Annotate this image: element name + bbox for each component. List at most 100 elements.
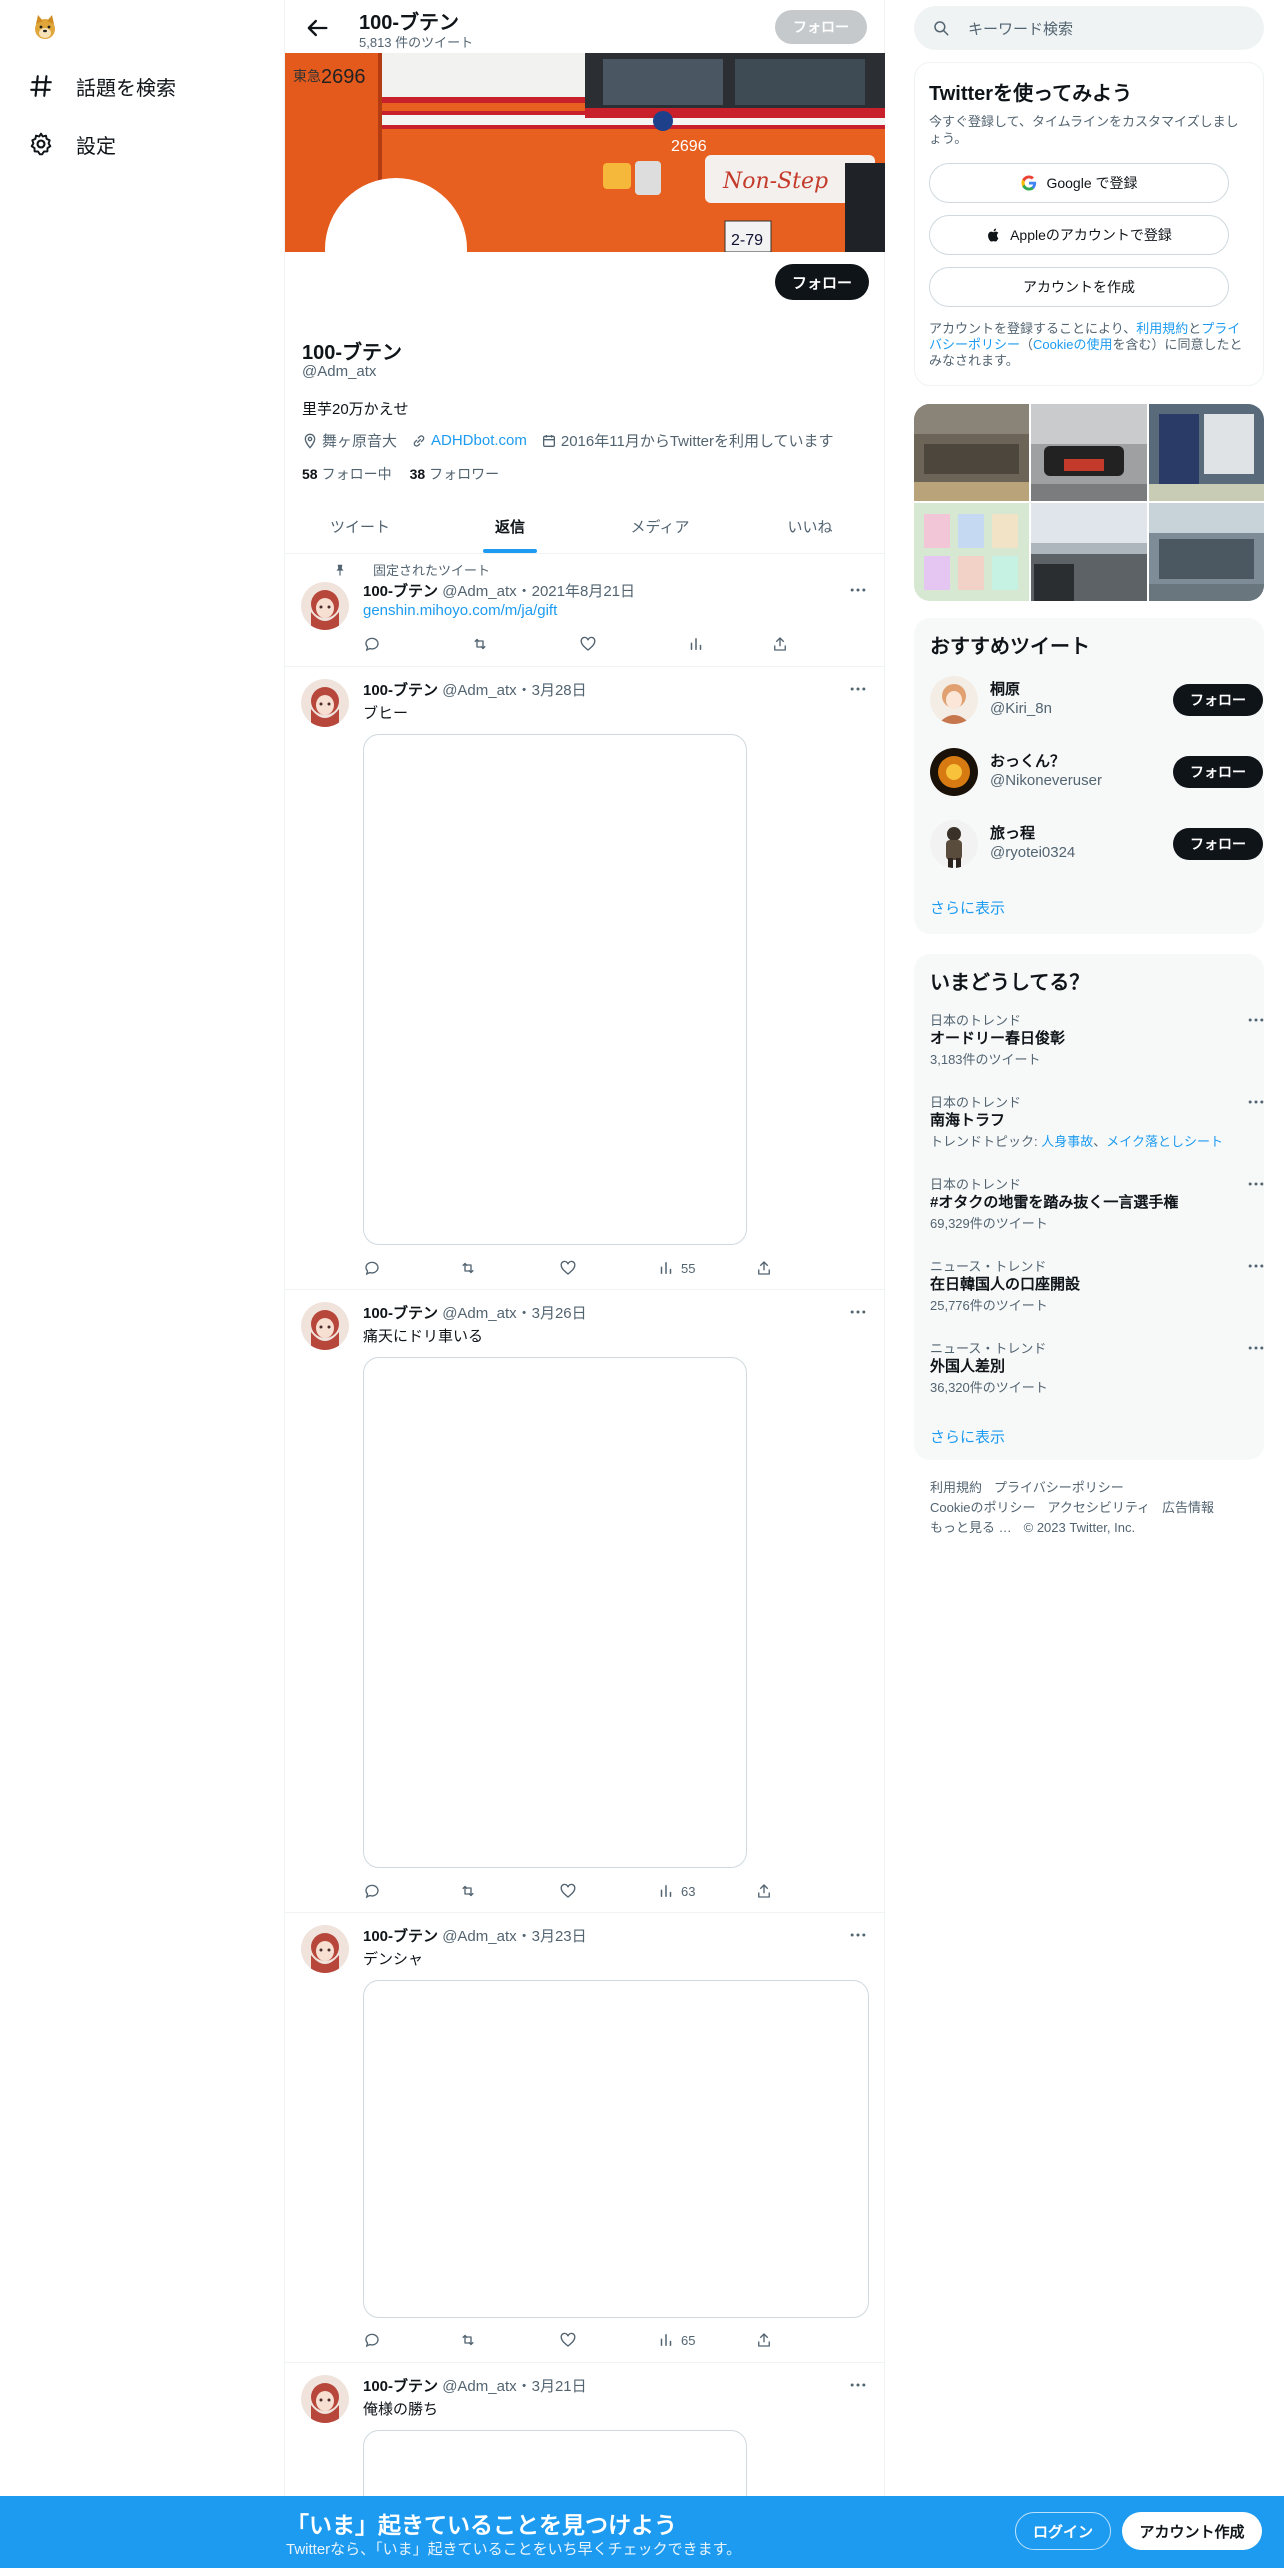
tab-replies[interactable]: 返信: [435, 500, 585, 553]
trend-topic-link[interactable]: 人身事故: [1041, 1134, 1093, 1149]
like-button[interactable]: [559, 1258, 583, 1278]
reply-button[interactable]: [363, 1881, 387, 1901]
tweet-author-name[interactable]: 100-ブテン: [363, 583, 438, 600]
like-button[interactable]: [559, 1881, 583, 1901]
more-options-icon[interactable]: [848, 2375, 868, 2395]
terms-link[interactable]: 利用規約: [1136, 321, 1188, 336]
more-options-icon[interactable]: [1246, 1174, 1266, 1194]
tweet-avatar[interactable]: [301, 1925, 349, 1973]
follow-button[interactable]: フォロー: [1173, 828, 1263, 860]
media-grid[interactable]: [914, 404, 1264, 601]
avatar[interactable]: [930, 820, 978, 868]
tab-tweets[interactable]: ツイート: [285, 500, 435, 553]
trend-topic-link[interactable]: メイク落としシート: [1106, 1134, 1223, 1149]
followers-stat[interactable]: 38 フォロワー: [410, 464, 500, 484]
retweet-button[interactable]: [459, 1258, 483, 1278]
back-arrow-icon[interactable]: [303, 14, 331, 42]
retweet-button[interactable]: [459, 2330, 483, 2350]
profile-website[interactable]: ADHDbot.com: [411, 432, 527, 449]
tweet-author-name[interactable]: 100-ブテン: [363, 1305, 438, 1322]
retweet-button[interactable]: [459, 1881, 483, 1901]
app-logo-icon[interactable]: [30, 12, 60, 42]
share-button[interactable]: [755, 1258, 779, 1278]
trend-topic-separator: 、: [1093, 1134, 1107, 1149]
show-more-link[interactable]: さらに表示: [930, 897, 1005, 918]
more-options-icon[interactable]: [848, 580, 868, 600]
login-button[interactable]: ログイン: [1015, 2512, 1111, 2550]
views-button[interactable]: 63: [657, 1881, 695, 1901]
tweet-avatar[interactable]: [301, 582, 349, 630]
share-button[interactable]: [755, 1881, 779, 1901]
search-input[interactable]: キーワード検索: [968, 18, 1073, 39]
followers-label: フォロワー: [429, 466, 500, 482]
show-more-link[interactable]: さらに表示: [930, 1426, 1005, 1447]
like-button[interactable]: [559, 2330, 583, 2350]
reply-button[interactable]: [363, 1258, 387, 1278]
tweet-link[interactable]: genshin.mihoyo.com/m/ja/gift: [363, 602, 557, 619]
tweet-item[interactable]: 100-ブテン @Adm_atx・3月26日 痛天にドリ車いる 63: [285, 1290, 885, 1913]
tweet-author-name[interactable]: 100-ブテン: [363, 1928, 438, 1945]
more-options-icon[interactable]: [848, 1925, 868, 1945]
trend-item[interactable]: 日本のトレンド オードリー春日俊彰 3,183件のツイート: [930, 1010, 1264, 1068]
footer-more-link[interactable]: もっと見る …: [930, 1520, 1012, 1535]
footer-terms-link[interactable]: 利用規約: [930, 1480, 982, 1495]
more-options-icon[interactable]: [1246, 1010, 1266, 1030]
google-signup-button[interactable]: Google で登録: [929, 163, 1229, 203]
tweet-avatar[interactable]: [301, 1302, 349, 1350]
avatar[interactable]: [930, 748, 978, 796]
create-account-button[interactable]: アカウントを作成: [929, 267, 1229, 307]
tweet-avatar[interactable]: [301, 679, 349, 727]
nav-explore[interactable]: 話題を検索: [28, 68, 176, 104]
trend-count: 69,329件のツイート: [930, 1216, 1048, 1231]
tweet-item[interactable]: 100-ブテン @Adm_atx・3月28日 ブヒー 55: [285, 667, 885, 1290]
tweet-item[interactable]: 固定されたツイート 100-ブテン @Adm_atx・2021年8月21日 ge…: [285, 554, 885, 667]
reply-button[interactable]: [363, 2330, 387, 2350]
signup-button[interactable]: アカウント作成: [1122, 2512, 1262, 2550]
suggested-user[interactable]: おっくん？ @Nikoneveruser フォロー: [930, 744, 1263, 800]
suggested-user[interactable]: 桐原 @Kiri_8n フォロー: [930, 672, 1263, 728]
tab-likes[interactable]: いいね: [735, 500, 885, 553]
follow-button[interactable]: フォロー: [1173, 684, 1263, 716]
more-options-icon[interactable]: [1246, 1338, 1266, 1358]
header-follow-button[interactable]: フォロー: [775, 10, 867, 44]
search-box[interactable]: キーワード検索: [914, 6, 1264, 50]
footer-cookie-link[interactable]: Cookieのポリシー: [930, 1500, 1035, 1515]
views-button[interactable]: [687, 634, 711, 654]
more-options-icon[interactable]: [848, 1302, 868, 1322]
trend-item[interactable]: ニュース・トレンド 在日韓国人の口座開設 25,776件のツイート: [930, 1256, 1264, 1314]
tweet-avatar[interactable]: [301, 2375, 349, 2423]
more-options-icon[interactable]: [1246, 1092, 1266, 1112]
apple-signup-button[interactable]: Appleのアカウントで登録: [929, 215, 1229, 255]
trend-item[interactable]: ニュース・トレンド 外国人差別 36,320件のツイート: [930, 1338, 1264, 1396]
trend-item[interactable]: 日本のトレンド #オタクの地雷を踏み抜く一言選手権 69,329件のツイート: [930, 1174, 1264, 1232]
views-button[interactable]: 65: [657, 2330, 695, 2350]
views-button[interactable]: 55: [657, 1258, 695, 1278]
tweet-item[interactable]: 100-ブテン @Adm_atx・3月23日 デンシャ 65: [285, 1913, 885, 2363]
follow-button[interactable]: フォロー: [1173, 756, 1263, 788]
avatar[interactable]: [930, 676, 978, 724]
reply-button[interactable]: [363, 634, 387, 654]
tweet-author-name[interactable]: 100-ブテン: [363, 2378, 438, 2395]
retweet-button[interactable]: [471, 634, 495, 654]
footer-ads-link[interactable]: 広告情報: [1162, 1500, 1214, 1515]
more-options-icon[interactable]: [848, 679, 868, 699]
suggested-user[interactable]: 旅っ程 @ryotei0324 フォロー: [930, 816, 1263, 872]
more-options-icon[interactable]: [1246, 1256, 1266, 1276]
footer-accessibility-link[interactable]: アクセシビリティ: [1047, 1500, 1150, 1515]
tab-media[interactable]: メディア: [585, 500, 735, 553]
footer-privacy-link[interactable]: プライバシーポリシー: [994, 1480, 1124, 1495]
tweet-media[interactable]: [363, 1357, 747, 1868]
cookie-link[interactable]: Cookieの使用: [1033, 337, 1112, 352]
follow-button[interactable]: フォロー: [775, 264, 869, 300]
share-button[interactable]: [755, 2330, 779, 2350]
tweet-media[interactable]: [363, 1980, 869, 2318]
share-button[interactable]: [771, 634, 795, 654]
trend-item[interactable]: 日本のトレンド 南海トラフ トレンドトピック: 人身事故、メイク落としシート: [930, 1092, 1264, 1150]
like-button[interactable]: [579, 634, 603, 654]
following-stat[interactable]: 58 フォロー中: [302, 464, 392, 484]
tweet-media[interactable]: [363, 734, 747, 1245]
tweet-author-name[interactable]: 100-ブテン: [363, 682, 438, 699]
nav-settings[interactable]: 設定: [28, 126, 116, 162]
website-link[interactable]: ADHDbot.com: [431, 432, 527, 449]
profile-avatar[interactable]: [325, 178, 467, 320]
